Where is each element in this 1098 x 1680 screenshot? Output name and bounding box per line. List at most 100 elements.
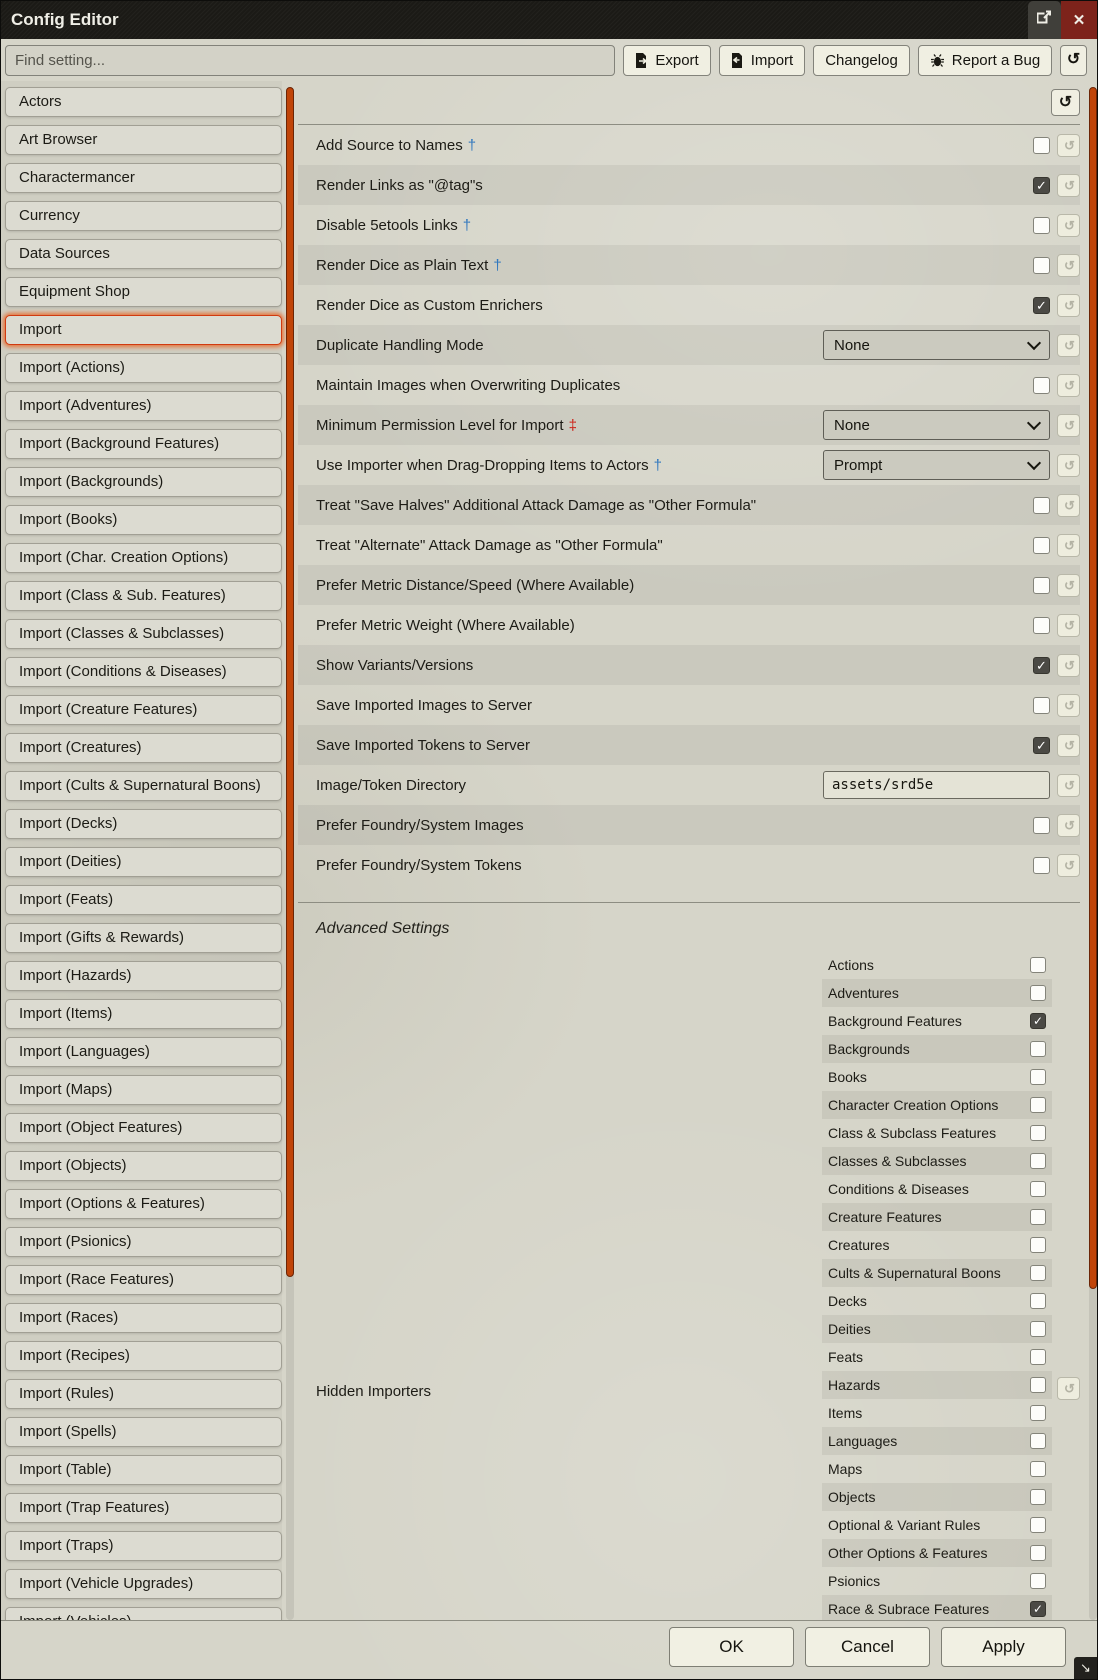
search-input[interactable] [5, 45, 615, 76]
reset-setting-button[interactable]: ↺ [1057, 294, 1080, 317]
reset-setting-button[interactable]: ↺ [1057, 254, 1080, 277]
setting-checkbox[interactable]: ✓ [1033, 737, 1050, 754]
setting-select[interactable]: Prompt [823, 450, 1050, 480]
setting-select[interactable]: None [823, 410, 1050, 440]
reset-setting-button[interactable]: ↺ [1057, 614, 1080, 637]
reset-setting-button[interactable]: ↺ [1057, 574, 1080, 597]
sidebar-item[interactable]: Import (Maps) [5, 1075, 282, 1105]
setting-checkbox[interactable] [1033, 617, 1050, 634]
sidebar-item[interactable]: Import (Race Features) [5, 1265, 282, 1295]
sidebar-item[interactable]: Import (Vehicle Upgrades) [5, 1569, 282, 1599]
sidebar-item[interactable]: Currency [5, 201, 282, 231]
reset-setting-button[interactable]: ↺ [1057, 814, 1080, 837]
setting-text-input[interactable]: assets/srd5e [823, 771, 1050, 799]
reset-setting-button[interactable]: ↺ [1057, 734, 1080, 757]
sidebar-item[interactable]: Import (Deities) [5, 847, 282, 877]
hidden-importer-checkbox[interactable] [1030, 1041, 1046, 1057]
hidden-importer-checkbox[interactable] [1030, 1293, 1046, 1309]
hidden-importer-checkbox[interactable] [1030, 1097, 1046, 1113]
sidebar-item[interactable]: Actors [5, 87, 282, 117]
hidden-importer-checkbox[interactable] [1030, 1377, 1046, 1393]
sidebar-item[interactable]: Import (Creature Features) [5, 695, 282, 725]
reset-setting-button[interactable]: ↺ [1057, 774, 1080, 797]
sidebar-item[interactable]: Import (Gifts & Rewards) [5, 923, 282, 953]
reset-setting-button[interactable]: ↺ [1057, 694, 1080, 717]
hidden-importer-checkbox[interactable] [1030, 1153, 1046, 1169]
hidden-importer-checkbox[interactable] [1030, 1181, 1046, 1197]
changelog-button[interactable]: Changelog [813, 45, 910, 76]
reset-search-button[interactable]: ↺ [1060, 45, 1087, 76]
sidebar-item[interactable]: Import (Recipes) [5, 1341, 282, 1371]
hidden-importer-checkbox[interactable] [1030, 1405, 1046, 1421]
sidebar-item[interactable]: Import (Background Features) [5, 429, 282, 459]
reset-setting-button[interactable]: ↺ [1057, 854, 1080, 877]
sidebar-item[interactable]: Import (Items) [5, 999, 282, 1029]
settings-scrollbar-thumb[interactable] [1089, 87, 1097, 1289]
hidden-importer-checkbox[interactable] [1030, 1545, 1046, 1561]
report-bug-button[interactable]: Report a Bug [918, 45, 1052, 76]
hidden-importer-checkbox[interactable]: ✓ [1030, 1601, 1046, 1617]
sidebar-item[interactable]: Import (Table) [5, 1455, 282, 1485]
hidden-importer-checkbox[interactable] [1030, 1573, 1046, 1589]
sidebar-item[interactable]: Import (Adventures) [5, 391, 282, 421]
sidebar-item[interactable]: Import (Hazards) [5, 961, 282, 991]
sidebar-item[interactable]: Import (Vehicles) [5, 1607, 282, 1620]
export-button[interactable]: Export [623, 45, 710, 76]
setting-checkbox[interactable] [1033, 377, 1050, 394]
setting-checkbox[interactable] [1033, 217, 1050, 234]
sidebar-item[interactable]: Art Browser [5, 125, 282, 155]
reset-setting-button[interactable]: ↺ [1057, 214, 1080, 237]
hidden-importer-checkbox[interactable] [1030, 1517, 1046, 1533]
sidebar-item[interactable]: Import (Races) [5, 1303, 282, 1333]
setting-checkbox[interactable] [1033, 137, 1050, 154]
sidebar-item[interactable]: Import (Actions) [5, 353, 282, 383]
sidebar-item[interactable]: Equipment Shop [5, 277, 282, 307]
reset-setting-button[interactable]: ↺ [1057, 494, 1080, 517]
apply-button[interactable]: Apply [941, 1627, 1066, 1667]
sidebar-item[interactable]: Import (Conditions & Diseases) [5, 657, 282, 687]
sidebar-item[interactable]: Import (Options & Features) [5, 1189, 282, 1219]
close-button[interactable]: ✕ [1061, 1, 1097, 39]
sidebar-item[interactable]: Import (Trap Features) [5, 1493, 282, 1523]
sidebar-item[interactable]: Data Sources [5, 239, 282, 269]
sidebar-item[interactable]: Import [5, 315, 282, 345]
sidebar-item[interactable]: Import (Decks) [5, 809, 282, 839]
setting-checkbox[interactable] [1033, 697, 1050, 714]
ok-button[interactable]: OK [669, 1627, 794, 1667]
hidden-importer-checkbox[interactable] [1030, 1321, 1046, 1337]
reset-setting-button[interactable]: ↺ [1057, 334, 1080, 357]
hidden-importer-checkbox[interactable] [1030, 985, 1046, 1001]
setting-checkbox[interactable] [1033, 817, 1050, 834]
sidebar-item[interactable]: Import (Classes & Subclasses) [5, 619, 282, 649]
reset-section-button[interactable]: ↺ [1051, 89, 1080, 116]
hidden-importer-checkbox[interactable] [1030, 1209, 1046, 1225]
sidebar-item[interactable]: Import (Feats) [5, 885, 282, 915]
resize-handle[interactable]: ↘ [1074, 1657, 1097, 1679]
setting-checkbox[interactable]: ✓ [1033, 297, 1050, 314]
sidebar-item[interactable]: Import (Cults & Supernatural Boons) [5, 771, 282, 801]
sidebar-item[interactable]: Import (Backgrounds) [5, 467, 282, 497]
sidebar-item[interactable]: Import (Psionics) [5, 1227, 282, 1257]
sidebar-item[interactable]: Import (Objects) [5, 1151, 282, 1181]
setting-checkbox[interactable]: ✓ [1033, 177, 1050, 194]
setting-checkbox[interactable] [1033, 257, 1050, 274]
popout-button[interactable] [1028, 1, 1061, 39]
sidebar-item[interactable]: Import (Char. Creation Options) [5, 543, 282, 573]
reset-setting-button[interactable]: ↺ [1057, 174, 1080, 197]
hidden-importer-checkbox[interactable] [1030, 1433, 1046, 1449]
reset-setting-button[interactable]: ↺ [1057, 654, 1080, 677]
setting-checkbox[interactable] [1033, 577, 1050, 594]
sidebar-item[interactable]: Import (Creatures) [5, 733, 282, 763]
sidebar-item[interactable]: Import (Object Features) [5, 1113, 282, 1143]
hidden-importer-checkbox[interactable]: ✓ [1030, 1013, 1046, 1029]
hidden-importer-checkbox[interactable] [1030, 1069, 1046, 1085]
sidebar-scrollbar-thumb[interactable] [286, 87, 294, 1277]
reset-setting-button[interactable]: ↺ [1057, 374, 1080, 397]
reset-setting-button[interactable]: ↺ [1057, 454, 1080, 477]
hidden-importer-checkbox[interactable] [1030, 1461, 1046, 1477]
hidden-importer-checkbox[interactable] [1030, 1237, 1046, 1253]
setting-checkbox[interactable] [1033, 497, 1050, 514]
reset-setting-button[interactable]: ↺ [1057, 534, 1080, 557]
import-button[interactable]: Import [719, 45, 806, 76]
sidebar-item[interactable]: Charactermancer [5, 163, 282, 193]
